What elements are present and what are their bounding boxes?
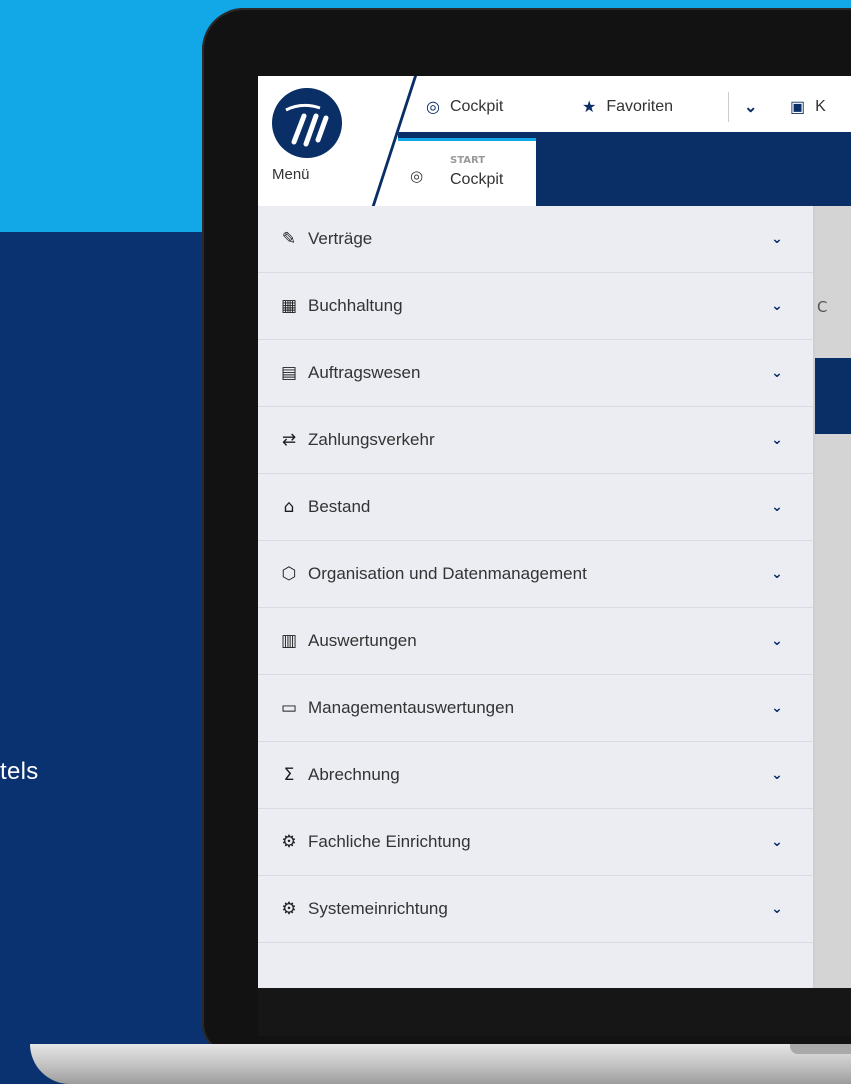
chevron-down-icon[interactable]: ⌄ — [767, 499, 787, 515]
chevron-down-icon[interactable]: ⌄ — [767, 633, 787, 649]
laptop-notch — [790, 1044, 851, 1054]
background-content-text: C — [817, 298, 828, 316]
tab-title: Cockpit — [450, 171, 504, 188]
gauge-icon: ◎ — [426, 99, 440, 116]
favoriten-link-label: Favoriten — [606, 98, 674, 115]
background-content: C — [813, 206, 851, 988]
truncated-toolbar-label: K — [815, 98, 826, 115]
background-content-band — [813, 358, 851, 434]
menu-item-label: Bestand — [308, 497, 371, 516]
menu-item-managementauswertungen[interactable]: ▭ Managementauswertungen ⌄ — [258, 675, 813, 742]
calculator-icon: ▦ — [280, 296, 298, 316]
gear-window-icon: ⚙ — [281, 899, 297, 919]
menu-item-label: Verträge — [308, 229, 373, 248]
gear-document-icon: ⚙ — [281, 832, 297, 852]
menu-item-label: Systemeinrichtung — [308, 899, 448, 918]
chevron-down-icon[interactable]: ⌄ — [767, 365, 787, 381]
menu-item-label: Auswertungen — [308, 631, 417, 650]
gauge-icon: ◎ — [410, 167, 424, 185]
building-icon: ▣ — [790, 99, 806, 116]
logo-icon[interactable] — [272, 88, 342, 158]
menu-item-auswertungen[interactable]: ▥ Auswertungen ⌄ — [258, 608, 813, 675]
menu-item-label: Managementauswertungen — [308, 698, 515, 717]
menu-item-vertraege[interactable]: ✎ Verträge ⌄ — [258, 206, 813, 273]
cockpit-link[interactable]: ◎ Cockpit — [426, 94, 503, 120]
chevron-down-icon: ⌄ — [744, 99, 758, 116]
chevron-down-icon[interactable]: ⌄ — [767, 298, 787, 314]
favoriten-link[interactable]: ★ Favoriten — [582, 94, 673, 120]
background-text: tels — [0, 758, 39, 785]
menu-item-organisation[interactable]: ⬡ Organisation und Datenmanagement ⌄ — [258, 541, 813, 608]
edit-icon: ✎ — [281, 229, 297, 249]
chevron-down-icon[interactable]: ⌄ — [767, 767, 787, 783]
app-screen: Menü ◎ Cockpit ★ Favoriten ⌄ ▣ K ◎ START… — [258, 76, 851, 988]
truncated-toolbar-item[interactable]: ▣ K — [790, 94, 826, 120]
sum-document-icon: Σ — [283, 765, 295, 785]
top-bar: Menü ◎ Cockpit ★ Favoriten ⌄ ▣ K ◎ START… — [258, 76, 851, 209]
star-icon: ★ — [582, 99, 597, 116]
menu-button-label[interactable]: Menü — [272, 166, 310, 183]
clipboard-icon: ▤ — [280, 363, 298, 383]
main-menu-panel: ✎ Verträge ⌄ ▦ Buchhaltung ⌄ ▤ Auftragsw… — [258, 206, 815, 988]
menu-item-label: Abrechnung — [308, 765, 400, 784]
menu-item-bestand[interactable]: ⌂ Bestand ⌄ — [258, 474, 813, 541]
houses-icon: ⌂ — [283, 497, 295, 517]
menu-item-abrechnung[interactable]: Σ Abrechnung ⌄ — [258, 742, 813, 809]
menu-item-label: Organisation und Datenmanagement — [308, 564, 587, 583]
money-transfer-icon: ⇄ — [281, 430, 297, 450]
menu-item-label: Zahlungsverkehr — [308, 430, 435, 449]
menu-item-systemeinrichtung[interactable]: ⚙ Systemeinrichtung ⌄ — [258, 876, 813, 943]
cube-icon: ⬡ — [281, 564, 297, 584]
menu-item-label: Fachliche Einrichtung — [308, 832, 471, 851]
chevron-down-icon[interactable]: ⌄ — [767, 432, 787, 448]
menu-item-buchhaltung[interactable]: ▦ Buchhaltung ⌄ — [258, 273, 813, 340]
favoriten-dropdown-button[interactable]: ⌄ — [744, 94, 767, 120]
cockpit-link-label: Cockpit — [449, 98, 504, 115]
menu-item-label: Buchhaltung — [308, 296, 403, 315]
toolbar-separator — [728, 92, 729, 122]
laptop-base — [30, 1044, 851, 1084]
chevron-down-icon[interactable]: ⌄ — [767, 834, 787, 850]
chevron-down-icon[interactable]: ⌄ — [767, 566, 787, 582]
menu-item-label: Auftragswesen — [308, 363, 421, 382]
bar-chart-icon: ▥ — [280, 631, 298, 651]
menu-item-auftragswesen[interactable]: ▤ Auftragswesen ⌄ — [258, 340, 813, 407]
tab-small-label: START — [450, 155, 486, 166]
presentation-icon: ▭ — [280, 698, 298, 718]
menu-item-fachliche-einrichtung[interactable]: ⚙ Fachliche Einrichtung ⌄ — [258, 809, 813, 876]
chevron-down-icon[interactable]: ⌄ — [767, 231, 787, 247]
laptop-chin — [258, 988, 851, 1036]
chevron-down-icon[interactable]: ⌄ — [767, 901, 787, 917]
chevron-down-icon[interactable]: ⌄ — [767, 700, 787, 716]
tab-cockpit[interactable]: ◎ START Cockpit — [398, 138, 536, 209]
menu-item-zahlungsverkehr[interactable]: ⇄ Zahlungsverkehr ⌄ — [258, 407, 813, 474]
